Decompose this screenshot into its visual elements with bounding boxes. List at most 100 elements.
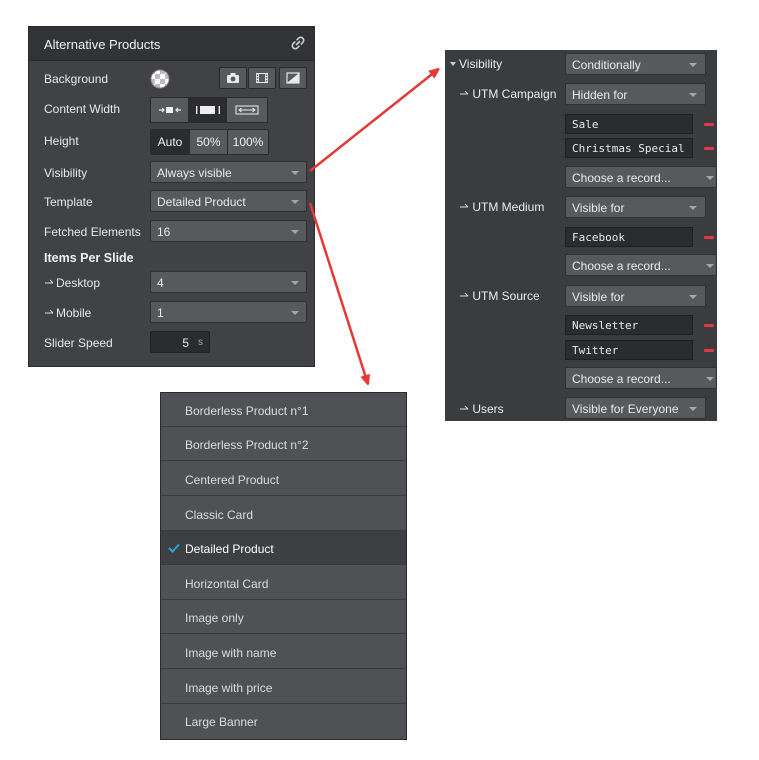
fetched-elements-value: 16 [157, 225, 171, 239]
choose-record-placeholder: Choose a record... [572, 171, 671, 185]
utm-medium-label-text: UTM Medium [472, 200, 545, 214]
utm-source-record: Twitter [565, 340, 693, 360]
option-label: Image with price [185, 681, 273, 695]
desktop-label: Desktop [44, 276, 100, 290]
vis-visibility-select[interactable]: Conditionally [565, 53, 706, 75]
record-text: Facebook [572, 231, 625, 244]
utm-medium-mode-select[interactable]: Visible for [565, 196, 706, 218]
dropdown-option[interactable]: Image with name [161, 635, 406, 669]
template-row: Template Detailed Product [29, 190, 314, 214]
sub-arrow-icon [460, 203, 469, 208]
width-narrow-button[interactable] [151, 98, 189, 122]
visibility-row: Visibility Always visible [29, 161, 314, 185]
dropdown-option[interactable]: Borderless Product n°1 [161, 393, 406, 427]
dropdown-option-selected[interactable]: Detailed Product [161, 531, 406, 565]
desktop-select[interactable]: 4 [150, 271, 307, 293]
record-text: Sale [572, 118, 599, 131]
chevron-down-icon [706, 377, 714, 381]
record-text: Newsletter [572, 319, 639, 332]
height-50-button[interactable]: 50% [190, 130, 228, 154]
option-label: Borderless Product n°1 [185, 404, 309, 418]
remove-icon[interactable] [704, 324, 714, 327]
height-row: Height Auto 50% 100% [29, 129, 314, 155]
utm-campaign-record: Christmas Special [565, 138, 693, 158]
fetched-elements-select[interactable]: 16 [150, 220, 307, 242]
vis-visibility-label: Visibility [459, 57, 503, 71]
slider-speed-row: Slider Speed 5 s [29, 331, 314, 355]
chevron-down-icon [291, 200, 299, 204]
utm-source-mode-select[interactable]: Visible for [565, 285, 706, 307]
mobile-select[interactable]: 1 [150, 301, 307, 323]
remove-icon[interactable] [704, 236, 714, 239]
width-full-button[interactable] [227, 98, 267, 122]
items-per-slide-heading: Items Per Slide [44, 251, 134, 265]
option-label: Image only [185, 611, 244, 625]
checker-swatch-icon[interactable] [150, 69, 170, 89]
width-boxed-icon [195, 106, 220, 114]
background-row: Background [29, 67, 314, 91]
slider-speed-value: 5 [182, 336, 189, 350]
chevron-down-icon [689, 407, 697, 411]
utm-campaign-label: UTM Campaign [459, 87, 556, 101]
dropdown-option[interactable]: Borderless Product n°2 [161, 427, 406, 461]
width-boxed-button[interactable] [189, 98, 227, 122]
link-icon[interactable] [291, 36, 305, 50]
remove-icon[interactable] [704, 123, 714, 126]
dropdown-option[interactable]: Classic Card [161, 497, 406, 531]
content-width-row: Content Width [29, 97, 314, 123]
background-label: Background [44, 72, 109, 86]
chevron-down-icon [689, 93, 697, 97]
template-select[interactable]: Detailed Product [150, 190, 307, 212]
items-per-slide-row: Items Per Slide [29, 246, 314, 270]
chevron-down-icon [689, 206, 697, 210]
height-auto-button[interactable]: Auto [151, 130, 190, 154]
slider-speed-unit: s [198, 337, 203, 348]
option-label: Borderless Product n°2 [185, 438, 309, 452]
camera-button[interactable] [219, 67, 247, 89]
chevron-down-icon [689, 295, 697, 299]
dropdown-option[interactable]: Image only [161, 600, 406, 634]
content-width-label: Content Width [44, 102, 121, 116]
utm-campaign-choose-select[interactable]: Choose a record... [565, 166, 717, 188]
fetched-elements-label: Fetched Elements [44, 225, 141, 239]
height-group: Auto 50% 100% [150, 129, 269, 155]
video-button[interactable] [248, 67, 276, 89]
utm-source-mode: Visible for [572, 290, 625, 304]
visibility-select[interactable]: Always visible [150, 161, 307, 183]
height-100-button[interactable]: 100% [228, 130, 268, 154]
visibility-value: Always visible [157, 166, 232, 180]
remove-icon[interactable] [704, 349, 714, 352]
collapse-icon[interactable] [450, 62, 456, 66]
dropdown-option[interactable]: Image with price [161, 670, 406, 704]
vis-visibility-value: Conditionally [572, 58, 641, 72]
users-mode: Visible for Everyone [572, 402, 679, 416]
check-icon [168, 543, 180, 553]
sub-arrow-icon [45, 309, 54, 314]
utm-medium-choose-select[interactable]: Choose a record... [565, 254, 717, 276]
utm-medium-record: Facebook [565, 227, 693, 247]
remove-icon[interactable] [704, 147, 714, 150]
chevron-down-icon [291, 311, 299, 315]
users-label: Users [459, 402, 504, 416]
chevron-down-icon [291, 281, 299, 285]
width-narrow-icon [158, 107, 181, 113]
utm-campaign-mode-select[interactable]: Hidden for [565, 83, 706, 105]
options-panel: Alternative Products Background Content … [28, 26, 315, 367]
utm-source-label: UTM Source [459, 289, 540, 303]
gradient-button[interactable] [279, 67, 307, 89]
slider-speed-input[interactable]: 5 s [150, 331, 210, 353]
chevron-down-icon [689, 63, 697, 67]
users-mode-select[interactable]: Visible for Everyone [565, 397, 706, 419]
dropdown-option[interactable]: Large Banner [161, 704, 406, 738]
dropdown-option[interactable]: Centered Product [161, 462, 406, 496]
utm-source-choose-select[interactable]: Choose a record... [565, 367, 717, 389]
dropdown-option[interactable]: Horizontal Card [161, 566, 406, 600]
record-text: Christmas Special [572, 142, 685, 155]
utm-campaign-record: Sale [565, 114, 693, 134]
mobile-row: Mobile 1 [29, 301, 314, 325]
template-dropdown-list: Borderless Product n°1 Borderless Produc… [160, 392, 407, 740]
option-label: Centered Product [185, 473, 280, 487]
option-label: Image with name [185, 646, 277, 660]
mobile-value: 1 [157, 306, 164, 320]
panel-title: Alternative Products [44, 37, 161, 52]
